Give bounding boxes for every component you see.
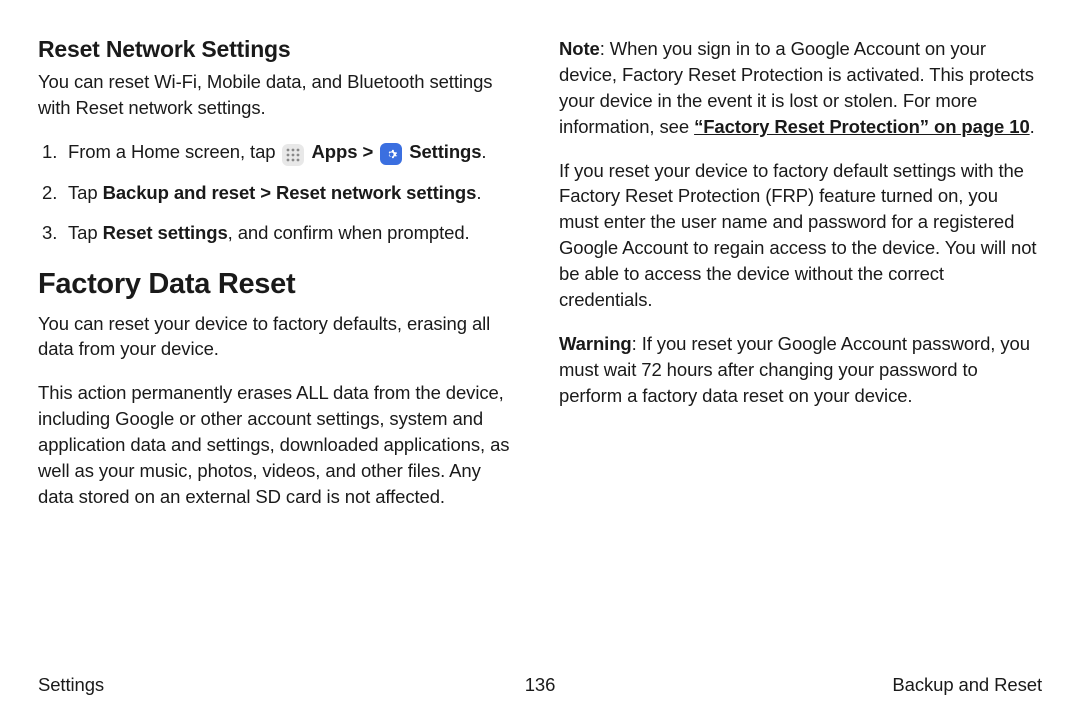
warning-label: Warning	[559, 333, 632, 354]
frp-link[interactable]: “Factory Reset Protection” on page 10	[694, 116, 1030, 137]
step2-bold: Backup and reset > Reset network setting…	[103, 182, 477, 203]
page-number: 136	[525, 674, 556, 696]
step1-end: .	[481, 141, 486, 162]
intro-reset-network: You can reset Wi-Fi, Mobile data, and Bl…	[38, 69, 521, 121]
step2-end: .	[476, 182, 481, 203]
apps-icon	[282, 144, 304, 166]
note-body-b: .	[1030, 116, 1035, 137]
heading-reset-network: Reset Network Settings	[38, 36, 521, 63]
step1-apps-label: Apps	[312, 141, 358, 162]
step-2: Tap Backup and reset > Reset network set…	[38, 180, 521, 206]
step3-pre: Tap	[68, 222, 103, 243]
step1-text-pre: From a Home screen, tap	[68, 141, 280, 162]
footer: Settings 136 Backup and Reset	[38, 674, 1042, 696]
step2-pre: Tap	[68, 182, 103, 203]
step1-sep: >	[362, 141, 378, 162]
footer-right: Backup and Reset	[892, 674, 1042, 696]
settings-icon	[380, 143, 402, 165]
factory-p2: This action permanently erases ALL data …	[38, 380, 521, 509]
left-column: Reset Network Settings You can reset Wi-…	[38, 36, 521, 666]
frp-explain: If you reset your device to factory defa…	[559, 158, 1042, 313]
columns: Reset Network Settings You can reset Wi-…	[38, 36, 1042, 666]
step-3: Tap Reset settings, and confirm when pro…	[38, 220, 521, 246]
right-column: Note: When you sign in to a Google Accou…	[559, 36, 1042, 666]
step3-bold: Reset settings	[103, 222, 228, 243]
warning-paragraph: Warning: If you reset your Google Accoun…	[559, 331, 1042, 409]
step-1: From a Home screen, tap Apps > Settings.	[38, 139, 521, 166]
note-label: Note	[559, 38, 600, 59]
heading-factory-reset: Factory Data Reset	[38, 268, 521, 301]
factory-p1: You can reset your device to factory def…	[38, 311, 521, 363]
footer-left: Settings	[38, 674, 104, 696]
step1-settings-label: Settings	[409, 141, 481, 162]
note-paragraph: Note: When you sign in to a Google Accou…	[559, 36, 1042, 140]
steps-list: From a Home screen, tap Apps > Settings.	[38, 139, 521, 246]
step3-end: , and confirm when prompted.	[228, 222, 470, 243]
